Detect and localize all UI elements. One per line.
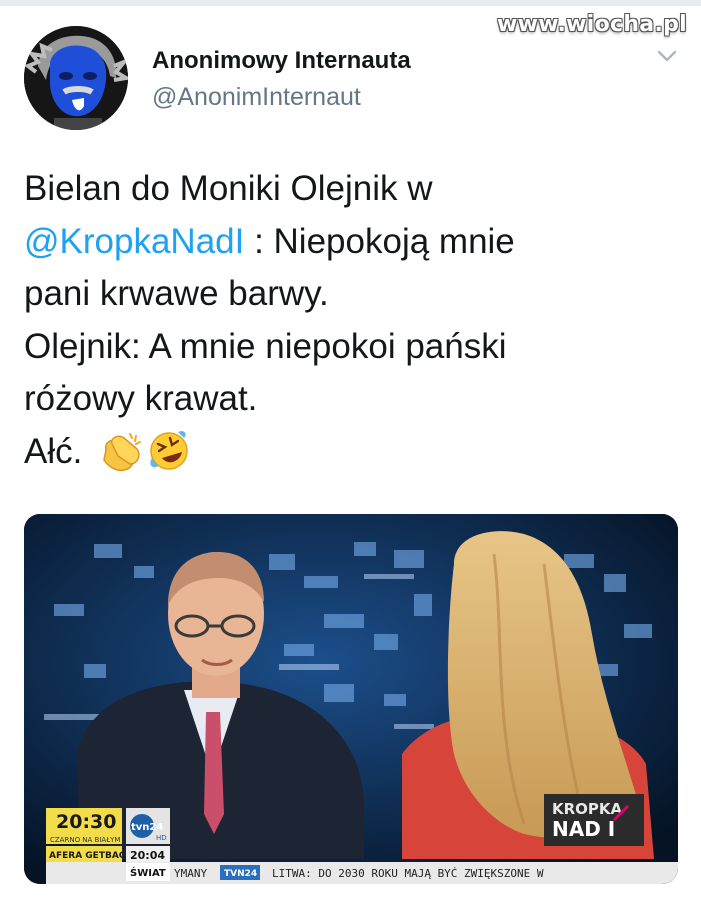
author-handle[interactable]: @AnonimInternaut	[152, 80, 411, 114]
tweet-line: Ałć.	[24, 426, 684, 488]
program-title: AFERA GETBACK	[49, 851, 133, 861]
tweet-line: Olejnik: A mnie niepokoi pański	[24, 326, 507, 366]
tweet-line: różowy krawat.	[24, 379, 258, 418]
mention-link[interactable]: @KropkaNadI	[24, 222, 244, 261]
tweet-image[interactable]: KROPKA NAD I 20:30 CZARNO NA BIAŁYM AFER…	[24, 514, 678, 884]
author-name[interactable]: Anonimowy Internauta	[152, 46, 411, 76]
author-block[interactable]: Anonimowy Internauta @AnonimInternaut	[152, 46, 411, 114]
tweet-line-text: : Niepokoją mnie	[244, 221, 515, 261]
channel-logo: tvn24	[131, 822, 163, 833]
channel-time: 20:04	[130, 849, 165, 862]
ticker-left: YMANY	[174, 867, 207, 880]
chevron-down-icon[interactable]	[656, 46, 678, 66]
brand-line1: KROPKA	[552, 800, 623, 818]
site-watermark: www.wiocha.pl	[497, 12, 687, 37]
clapping-hands-icon	[96, 432, 144, 488]
ticker-news: LITWA: DO 2030 ROKU MAJĄ BYĆ ZWIĘKSZONE …	[272, 867, 544, 880]
top-border	[0, 0, 701, 6]
rolling-laughing-icon	[148, 430, 190, 488]
show-caption: CZARNO NA BIAŁYM	[50, 836, 120, 844]
brand-line2: NAD I	[552, 817, 615, 841]
ticker-section: ŚWIAT	[130, 866, 166, 879]
tweet-line: pani krwawe barwy.	[24, 274, 329, 313]
ticker-channel: TVN24	[224, 869, 257, 879]
tv-clock: 20:30	[56, 811, 116, 833]
tweet-line: @KropkaNadI : Niepokoją mnie	[24, 216, 684, 269]
tweet-line: Bielan do Moniki Olejnik w	[24, 169, 433, 208]
channel-hd: HD	[156, 834, 167, 842]
avatar[interactable]	[24, 26, 128, 130]
tweet-text: Bielan do Moniki Olejnik w @KropkaNadI :…	[24, 163, 684, 487]
tweet-line-text: Ałć.	[24, 431, 83, 471]
